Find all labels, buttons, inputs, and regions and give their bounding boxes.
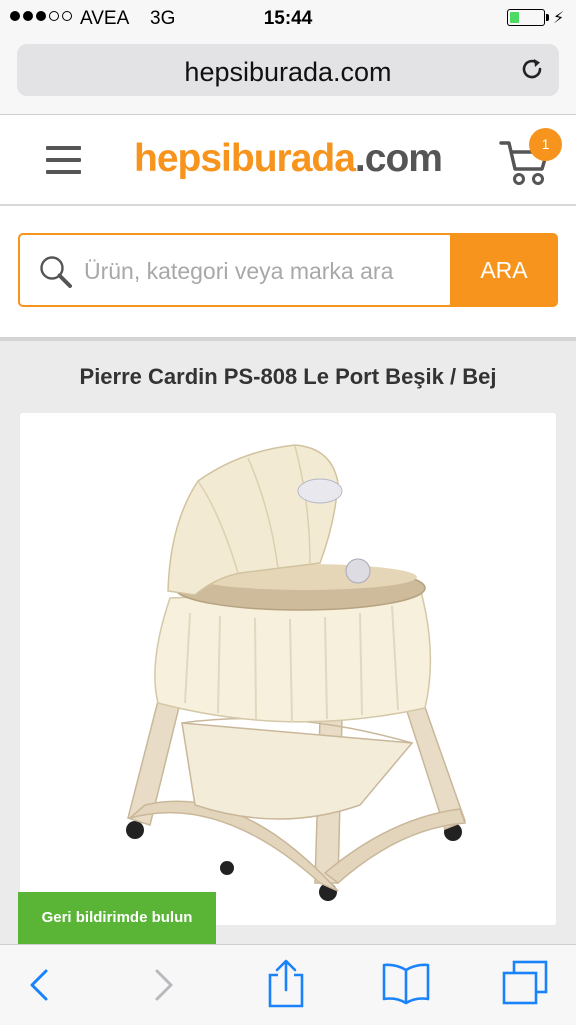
status-bar: AVEA 3G 15:44 ⚡ bbox=[0, 0, 576, 38]
search-button[interactable]: ARA bbox=[450, 233, 558, 307]
share-icon[interactable] bbox=[266, 957, 306, 1009]
search-icon bbox=[40, 256, 72, 288]
bookmarks-icon[interactable] bbox=[380, 961, 432, 1005]
search-input[interactable]: Ürün, kategori veya marka ara bbox=[18, 233, 450, 307]
browser-toolbar bbox=[0, 944, 576, 1025]
logo-main-text: hepsiburada bbox=[134, 137, 356, 180]
reload-icon[interactable] bbox=[519, 56, 545, 82]
product-title: Pierre Cardin PS-808 Le Port Beşik / Bej bbox=[79, 364, 497, 389]
site-logo[interactable]: hepsiburada.com bbox=[0, 137, 576, 181]
lightning-icon: ⚡ bbox=[553, 10, 565, 27]
back-arrow-icon[interactable] bbox=[27, 963, 51, 1007]
battery-tip bbox=[546, 14, 549, 21]
cart-count-badge[interactable]: 1 bbox=[529, 128, 562, 161]
product-image[interactable] bbox=[20, 413, 556, 925]
status-time: 15:44 bbox=[263, 8, 313, 29]
feedback-button[interactable]: Geri bildirimde bulun bbox=[18, 892, 216, 944]
tabs-icon[interactable] bbox=[500, 959, 550, 1007]
address-bar[interactable]: hepsiburada.com bbox=[17, 44, 559, 96]
browser-address-area: hepsiburada.com bbox=[0, 38, 576, 115]
product-image-card[interactable] bbox=[20, 413, 556, 925]
forward-arrow-icon[interactable] bbox=[152, 963, 176, 1007]
site-header: hepsiburada.com bbox=[0, 115, 576, 206]
battery-icon bbox=[507, 9, 545, 26]
search-area: Ürün, kategori veya marka ara ARA bbox=[0, 206, 576, 341]
logo-suffix-text: .com bbox=[354, 137, 443, 180]
url-text[interactable]: hepsiburada.com bbox=[17, 57, 559, 88]
search-placeholder: Ürün, kategori veya marka ara bbox=[84, 258, 394, 284]
